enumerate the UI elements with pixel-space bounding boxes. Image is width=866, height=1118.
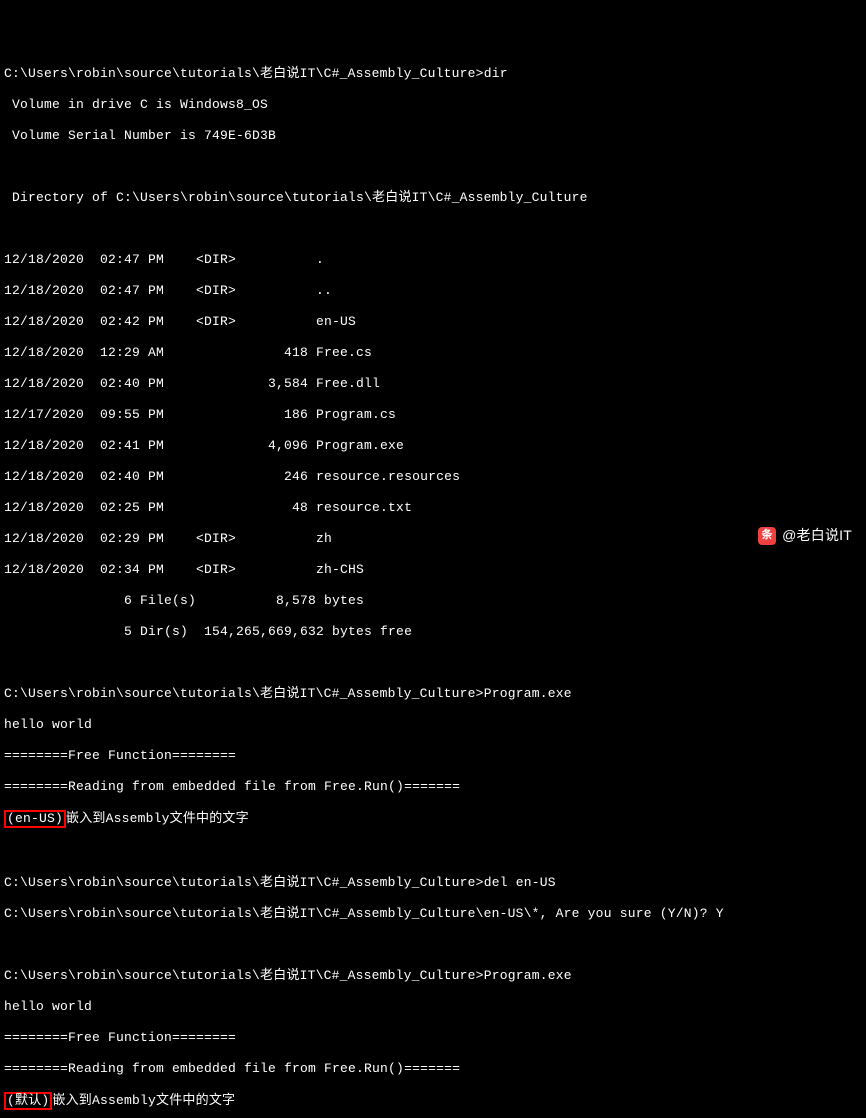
out-hello: hello world (4, 717, 862, 733)
out-embed-line: (默认)嵌入到Assembly文件中的文字 (4, 1092, 862, 1110)
out-embed-line: (en-US)嵌入到Assembly文件中的文字 (4, 810, 862, 828)
dir-entry: 12/18/2020 02:47 PM <DIR> .. (4, 283, 862, 299)
prompt-path: C:\Users\robin\source\tutorials\老白说IT\C#… (4, 66, 476, 81)
del-confirm: C:\Users\robin\source\tutorials\老白说IT\C#… (4, 906, 862, 922)
dir-entry: 12/18/2020 02:47 PM <DIR> . (4, 252, 862, 268)
prompt-path: C:\Users\robin\source\tutorials\老白说IT\C#… (4, 968, 476, 983)
blank (4, 844, 862, 860)
prompt-line: C:\Users\robin\source\tutorials\老白说IT\C#… (4, 66, 862, 82)
dir-entry: 12/18/2020 02:29 PM <DIR> zh (4, 531, 862, 547)
out-embed-text: 嵌入到Assembly文件中的文字 (66, 811, 249, 826)
summary-files: 6 File(s) 8,578 bytes (4, 593, 862, 609)
dir-entry: 12/18/2020 02:42 PM <DIR> en-US (4, 314, 862, 330)
prompt-path: C:\Users\robin\source\tutorials\老白说IT\C#… (4, 686, 476, 701)
watermark-text: @老白说IT (782, 528, 852, 544)
out-hello: hello world (4, 999, 862, 1015)
cmd-del: del en-US (484, 875, 556, 890)
watermark: 条 @老白说IT (758, 527, 852, 545)
watermark-icon: 条 (758, 527, 776, 545)
cmd-dir: dir (484, 66, 508, 81)
out-free-header: ========Free Function======== (4, 1030, 862, 1046)
out-free-header: ========Free Function======== (4, 748, 862, 764)
volume-line: Volume in drive C is Windows8_OS (4, 97, 862, 113)
highlight-default: (默认) (4, 1092, 52, 1110)
out-embed-text: 嵌入到Assembly文件中的文字 (52, 1093, 235, 1108)
dir-entry: 12/17/2020 09:55 PM 186 Program.cs (4, 407, 862, 423)
out-reading: ========Reading from embedded file from … (4, 779, 862, 795)
summary-dirs: 5 Dir(s) 154,265,669,632 bytes free (4, 624, 862, 640)
dir-entry: 12/18/2020 02:40 PM 3,584 Free.dll (4, 376, 862, 392)
dir-of-line: Directory of C:\Users\robin\source\tutor… (4, 190, 862, 206)
prompt-path: C:\Users\robin\source\tutorials\老白说IT\C#… (4, 875, 476, 890)
prompt-line: C:\Users\robin\source\tutorials\老白说IT\C#… (4, 968, 862, 984)
blank (4, 937, 862, 953)
dir-entry: 12/18/2020 02:40 PM 246 resource.resourc… (4, 469, 862, 485)
blank (4, 221, 862, 237)
dir-entry: 12/18/2020 02:41 PM 4,096 Program.exe (4, 438, 862, 454)
serial-line: Volume Serial Number is 749E-6D3B (4, 128, 862, 144)
cmd-run: Program.exe (484, 968, 572, 983)
prompt-line: C:\Users\robin\source\tutorials\老白说IT\C#… (4, 686, 862, 702)
blank (4, 655, 862, 671)
prompt-line: C:\Users\robin\source\tutorials\老白说IT\C#… (4, 875, 862, 891)
dir-entry: 12/18/2020 02:25 PM 48 resource.txt (4, 500, 862, 516)
out-reading: ========Reading from embedded file from … (4, 1061, 862, 1077)
dir-entry: 12/18/2020 12:29 AM 418 Free.cs (4, 345, 862, 361)
dir-entry: 12/18/2020 02:34 PM <DIR> zh-CHS (4, 562, 862, 578)
blank (4, 159, 862, 175)
highlight-en-us: (en-US) (4, 810, 66, 828)
cmd-run: Program.exe (484, 686, 572, 701)
